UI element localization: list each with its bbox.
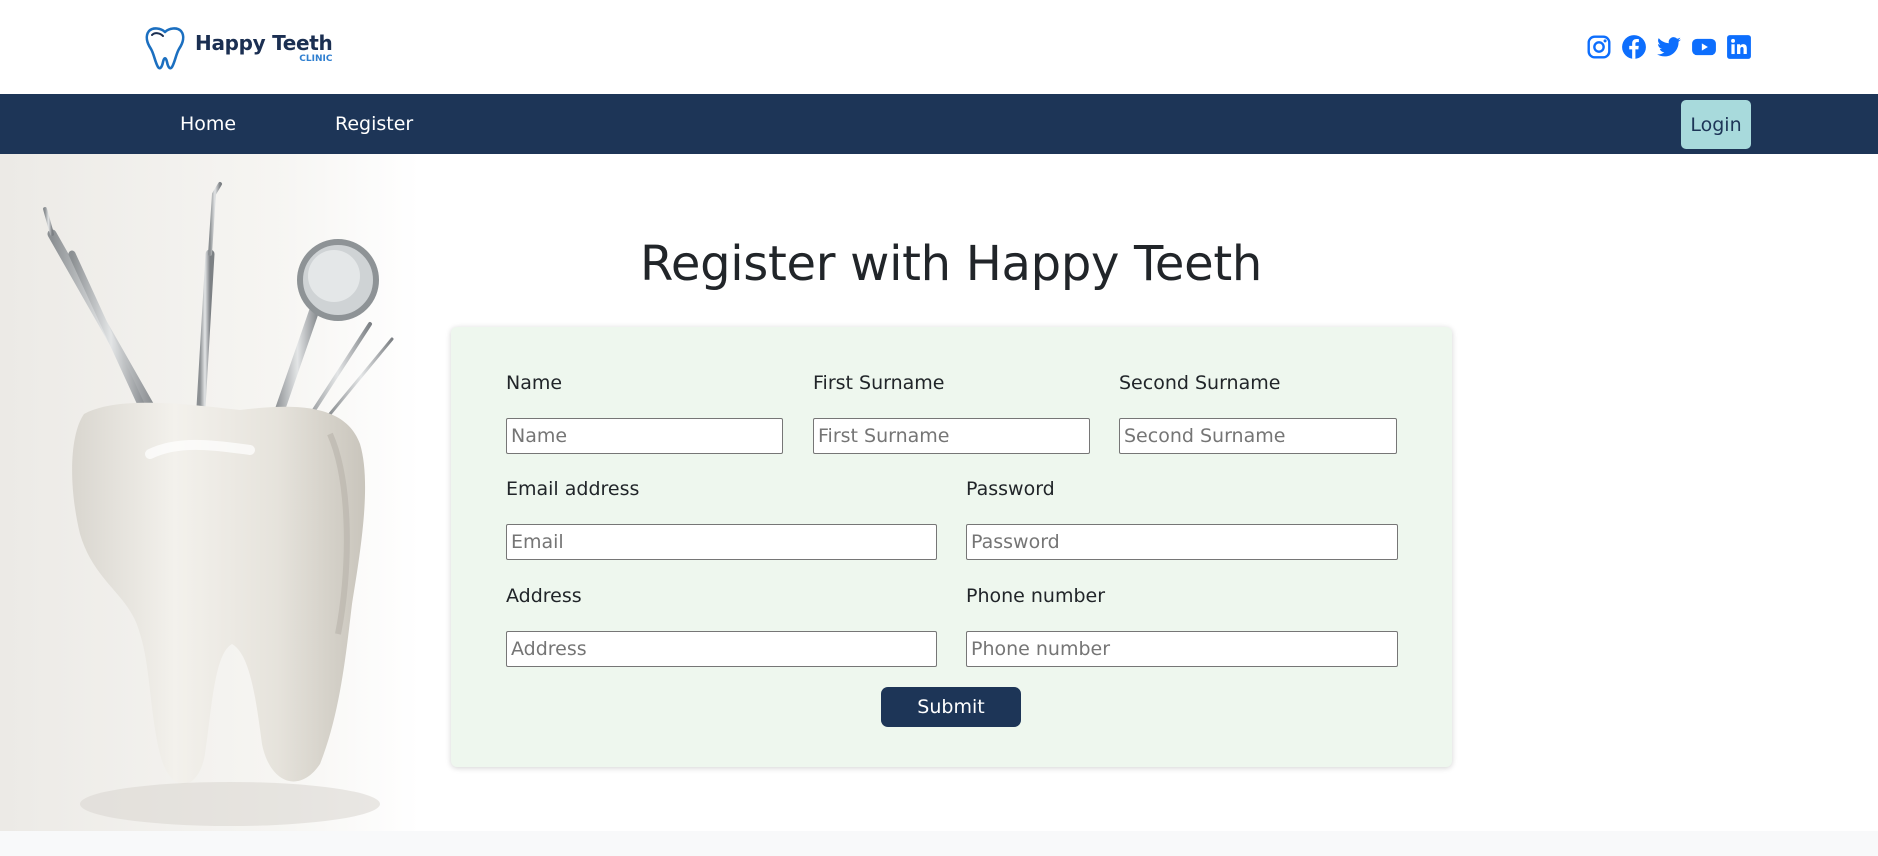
nav-home-link[interactable]: Home (180, 94, 236, 154)
phone-input[interactable] (966, 631, 1398, 667)
logo-text: Happy Teeth CLINIC (195, 30, 333, 64)
social-links (1586, 34, 1752, 60)
submit-button[interactable]: Submit (881, 687, 1021, 727)
password-input[interactable] (966, 524, 1398, 560)
youtube-icon[interactable] (1691, 34, 1717, 60)
second-surname-input[interactable] (1119, 418, 1397, 454)
tooth-logo-icon (145, 27, 185, 70)
registration-form: Name First Surname Second Surname Email … (451, 327, 1452, 767)
logo-name: Happy Teeth (195, 30, 333, 55)
top-header: Happy Teeth CLINIC (0, 0, 1878, 94)
nav-register-link[interactable]: Register (335, 94, 413, 154)
linkedin-icon[interactable] (1726, 34, 1752, 60)
name-input[interactable] (506, 418, 783, 454)
address-label: Address (506, 585, 582, 607)
page-title: Register with Happy Teeth (639, 236, 1263, 292)
facebook-icon[interactable] (1621, 34, 1647, 60)
email-input[interactable] (506, 524, 937, 560)
instagram-icon[interactable] (1586, 34, 1612, 60)
login-button[interactable]: Login (1681, 100, 1751, 149)
brand-logo[interactable]: Happy Teeth CLINIC (143, 24, 333, 72)
address-input[interactable] (506, 631, 937, 667)
dental-tools-image (0, 154, 420, 831)
first-surname-input[interactable] (813, 418, 1090, 454)
main-navbar: Home Register Login (0, 94, 1878, 154)
first-surname-label: First Surname (813, 372, 945, 394)
footer-strip (0, 831, 1878, 856)
logo-subtitle: CLINIC (299, 53, 333, 64)
email-label: Email address (506, 478, 640, 500)
name-label: Name (506, 372, 563, 394)
password-label: Password (966, 478, 1055, 500)
phone-label: Phone number (966, 585, 1106, 607)
twitter-icon[interactable] (1656, 34, 1682, 60)
second-surname-label: Second Surname (1119, 372, 1281, 394)
